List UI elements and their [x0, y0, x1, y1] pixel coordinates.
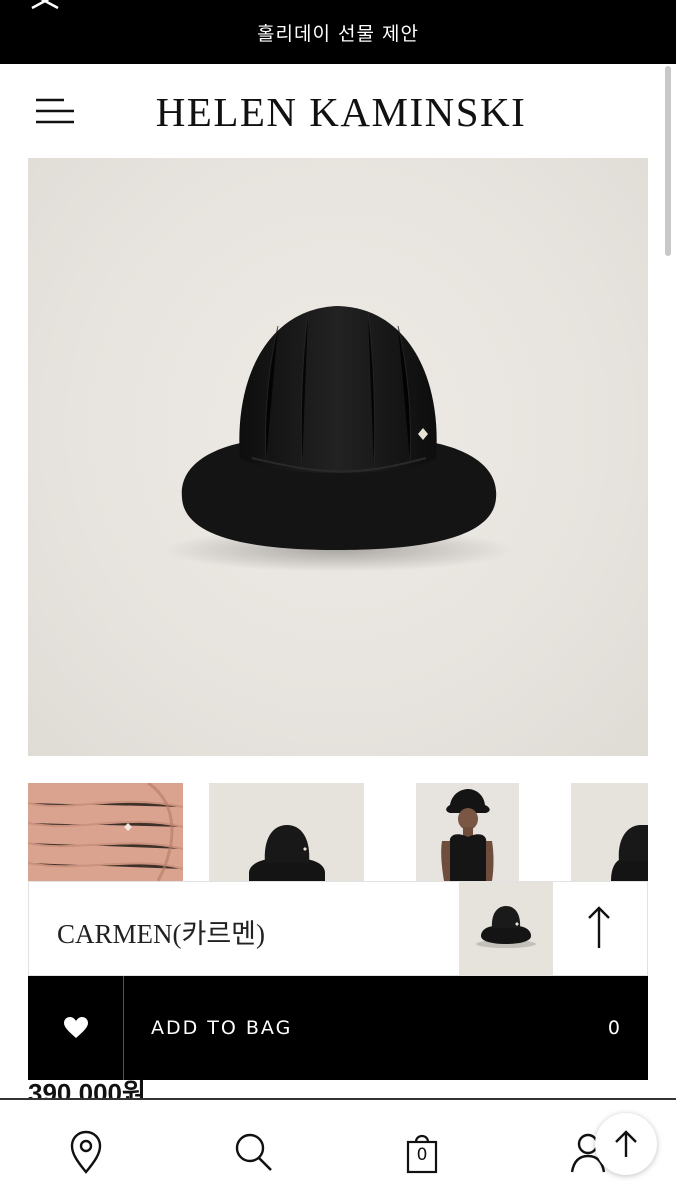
- thumbnail-black-hat[interactable]: [209, 783, 364, 881]
- promo-bar: 홀리데이 선물 제안: [0, 0, 676, 64]
- cart-count: 0: [416, 1145, 428, 1165]
- search-icon[interactable]: [231, 1128, 275, 1176]
- black-bucket-hat-image: [163, 306, 513, 572]
- site-header: HELEN KAMINSKI: [0, 64, 676, 158]
- close-icon[interactable]: [28, 0, 64, 18]
- bottom-nav: 0: [0, 1098, 676, 1200]
- heart-icon: [63, 1017, 88, 1038]
- cart-button[interactable]: 0: [400, 1128, 444, 1176]
- menu-icon[interactable]: [34, 96, 76, 126]
- arrow-up-icon[interactable]: [584, 904, 614, 952]
- page-scrollbar[interactable]: [665, 66, 671, 256]
- product-mini-thumbnail[interactable]: [459, 882, 553, 975]
- black-hat-thumb-image: [209, 783, 364, 881]
- product-main-image[interactable]: [28, 158, 648, 756]
- wishlist-button[interactable]: [28, 976, 124, 1080]
- sticky-product-bar: CARMEN(카르멘): [28, 881, 648, 976]
- thumbnail-straw-hat[interactable]: [28, 783, 183, 881]
- add-to-bag-bar: ADD TO BAG 0: [28, 976, 648, 1080]
- product-price: 390,000원: [28, 1078, 146, 1100]
- brand-logo[interactable]: HELEN KAMINSKI: [136, 88, 546, 136]
- add-to-bag-button[interactable]: ADD TO BAG: [151, 1017, 292, 1039]
- promo-text[interactable]: 홀리데이 선물 제안: [257, 19, 419, 46]
- thumbnail-strip: [0, 783, 676, 881]
- thumbnail-model[interactable]: [416, 783, 519, 881]
- straw-hat-image: [28, 783, 183, 881]
- black-hat-mini-image: [459, 882, 553, 975]
- product-name: CARMEN(카르멘): [57, 919, 266, 949]
- scroll-to-top-button[interactable]: [595, 1113, 657, 1175]
- arrow-up-icon: [615, 1130, 637, 1157]
- black-hat-side-image: [571, 783, 648, 881]
- thumbnail-black-hat-side[interactable]: [571, 783, 648, 881]
- model-wearing-hat-image: [416, 783, 519, 881]
- bag-quantity: 0: [607, 1017, 620, 1039]
- map-pin-icon[interactable]: [64, 1128, 108, 1176]
